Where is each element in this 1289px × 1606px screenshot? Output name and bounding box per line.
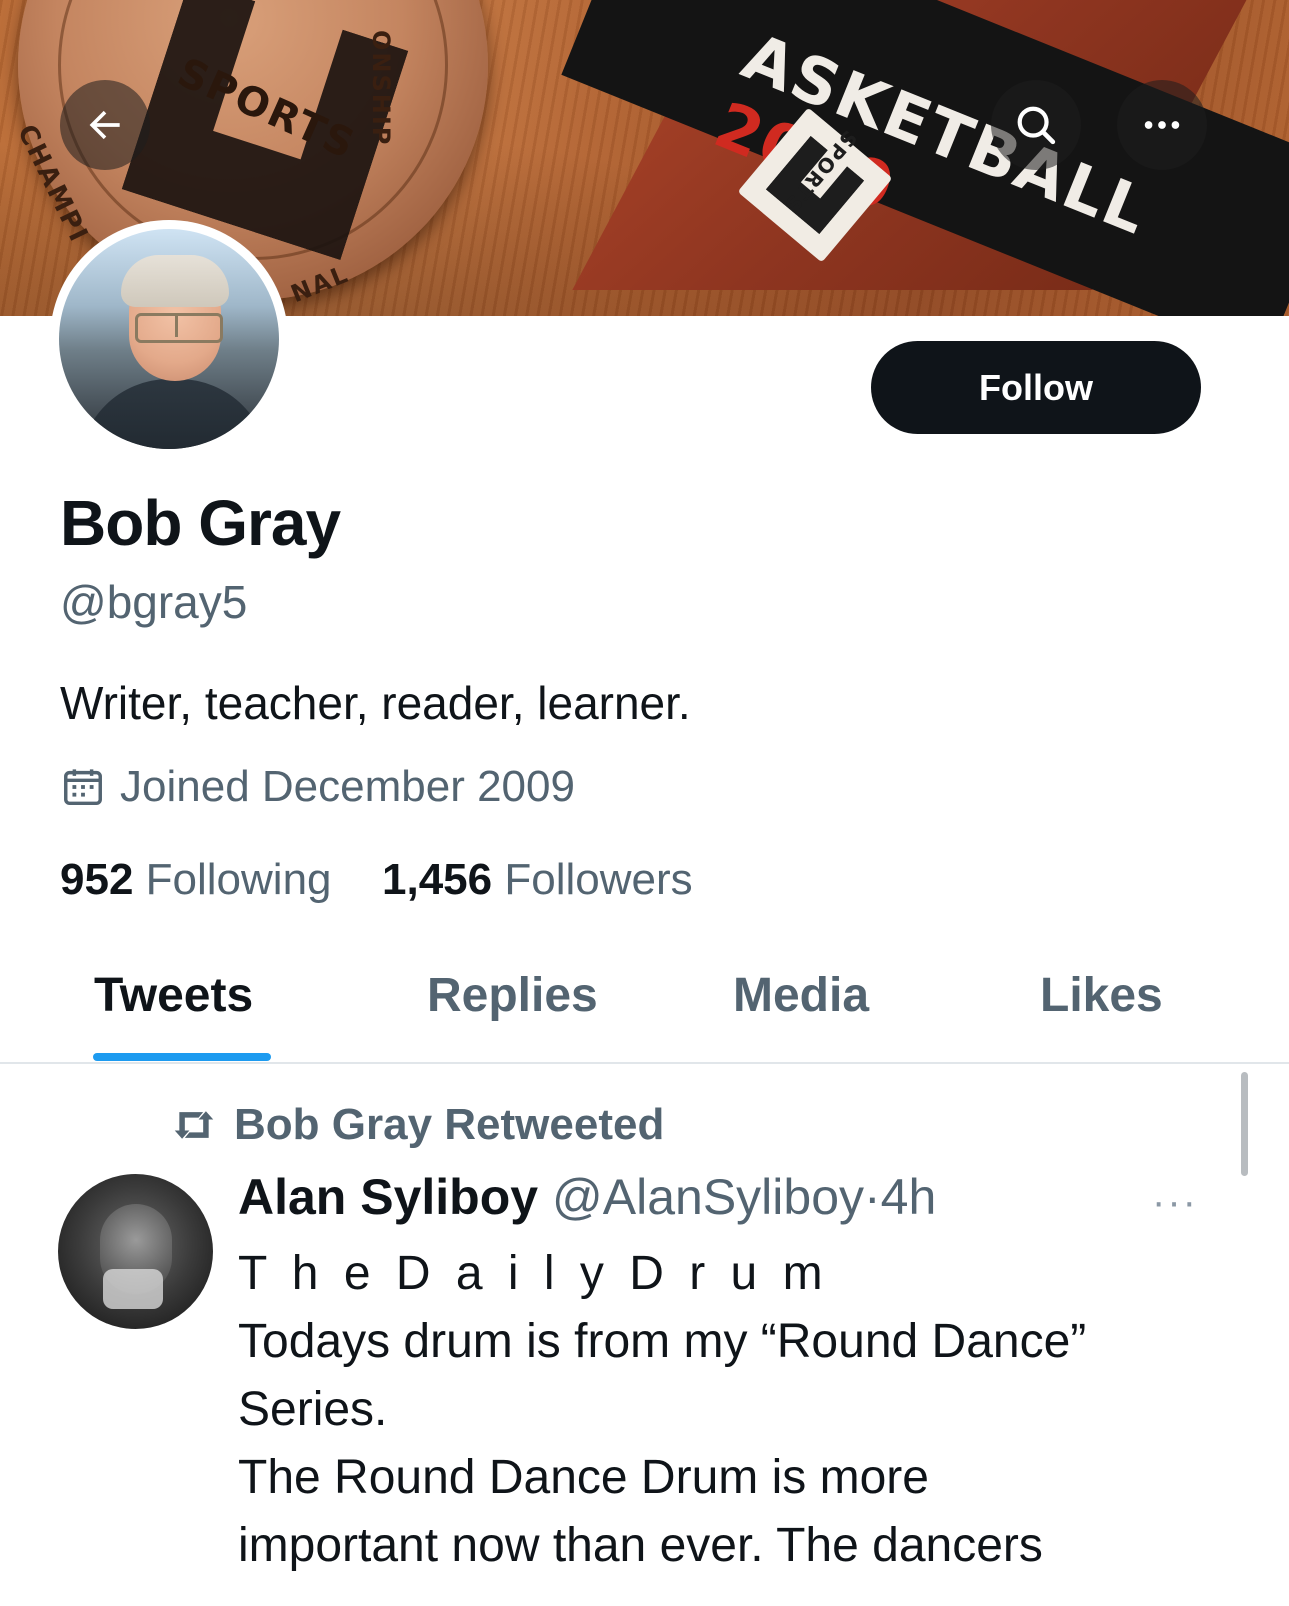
tweet-line: Todays drum is from my “Round Dance” [238, 1315, 1087, 1368]
arrow-left-icon [89, 110, 120, 140]
tweet-line: The Round Dance Drum is more [238, 1451, 929, 1504]
avatar-photo [59, 229, 279, 449]
tweet-author-avatar[interactable] [58, 1174, 213, 1329]
following-count: 952 [60, 855, 134, 904]
follow-button[interactable]: Follow [871, 341, 1201, 434]
tweet-line: important now than ever. The dancers [238, 1519, 1043, 1572]
profile-handle: @bgray5 [60, 576, 248, 628]
back-button[interactable] [60, 80, 150, 170]
tweet-more-button[interactable]: ··· [1152, 1180, 1198, 1225]
profile-stats: 952 Following 1,456 Followers [60, 855, 693, 905]
following-label: Following [145, 855, 332, 904]
profile-avatar[interactable] [50, 220, 288, 458]
retweet-label: Bob Gray Retweeted [234, 1100, 665, 1149]
tweet-line: T h e D a i l y D r u m [238, 1247, 829, 1300]
following-link[interactable]: 952 Following [60, 855, 344, 904]
avatar-glasses [135, 313, 223, 343]
tweet-header: Alan Syliboy @AlanSyliboy·4h [238, 1168, 936, 1226]
tweet-avatar-hand [103, 1269, 163, 1309]
tweet-author-name[interactable]: Alan Syliboy [238, 1169, 538, 1225]
profile-tabs: Tweets Replies Media Likes [0, 950, 1289, 1064]
tweet-line: Series. [238, 1383, 388, 1436]
calendar-icon [64, 769, 102, 806]
profile-name: Bob Gray [60, 487, 341, 559]
search-button[interactable] [991, 80, 1081, 170]
tweet-author-handle[interactable]: @AlanSyliboy [552, 1169, 864, 1225]
followers-count: 1,456 [382, 855, 493, 904]
avatar-hoodie [79, 379, 269, 449]
joined-text: Joined December 2009 [120, 762, 575, 811]
avatar-hair [121, 255, 229, 307]
retweet-icon [174, 1111, 214, 1139]
profile-joined: Joined December 2009 [60, 762, 575, 812]
profile-bio: Writer, teacher, reader, learner. [60, 677, 691, 729]
tweet-separator: · [864, 1169, 881, 1225]
tab-likes[interactable]: Likes [1040, 968, 1163, 1023]
active-tab-indicator [93, 1053, 271, 1061]
more-horizontal-icon [1144, 121, 1180, 129]
followers-link[interactable]: 1,456 Followers [370, 855, 693, 904]
medal-arc-top: ONSHIP [367, 30, 395, 147]
retweet-indicator[interactable]: Bob Gray Retweeted [168, 1100, 664, 1150]
tweet-time[interactable]: 4h [881, 1169, 937, 1225]
scrollbar[interactable] [1241, 1072, 1248, 1176]
tab-replies[interactable]: Replies [427, 968, 598, 1023]
followers-label: Followers [504, 855, 693, 904]
more-button[interactable] [1117, 80, 1207, 170]
tweet-body[interactable]: T h e D a i l y D r u m Todays drum is f… [238, 1240, 1218, 1580]
tab-media[interactable]: Media [733, 968, 869, 1023]
tab-tweets[interactable]: Tweets [94, 968, 253, 1023]
search-icon [1017, 106, 1056, 145]
